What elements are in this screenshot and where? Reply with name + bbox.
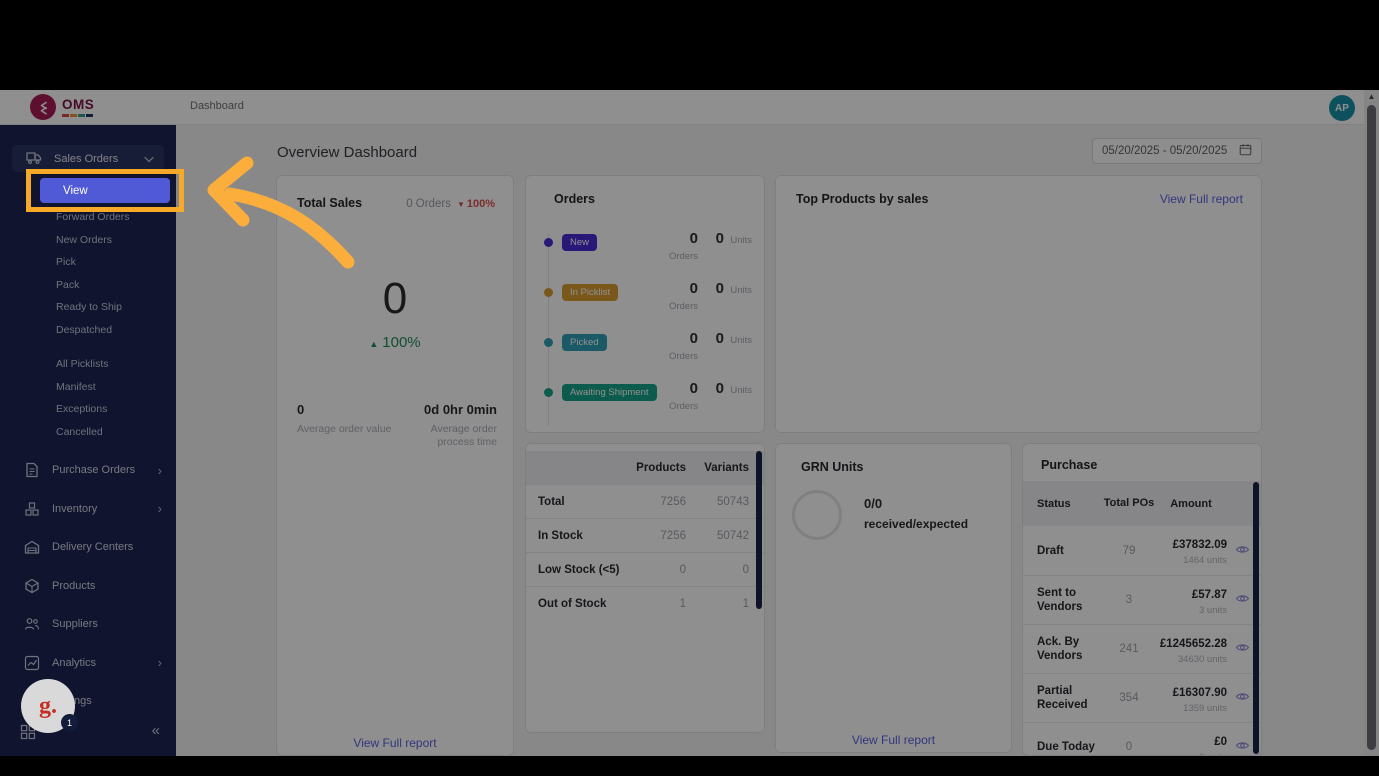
notification-badge: 1 xyxy=(61,714,78,731)
tutorial-arrow xyxy=(200,150,360,275)
sidebar-item-view[interactable]: View xyxy=(40,178,170,203)
screenshot-stage: OMS Dashboard AP Sales Orders Forward Or… xyxy=(0,0,1379,776)
tutorial-highlight-box: View xyxy=(26,169,184,212)
